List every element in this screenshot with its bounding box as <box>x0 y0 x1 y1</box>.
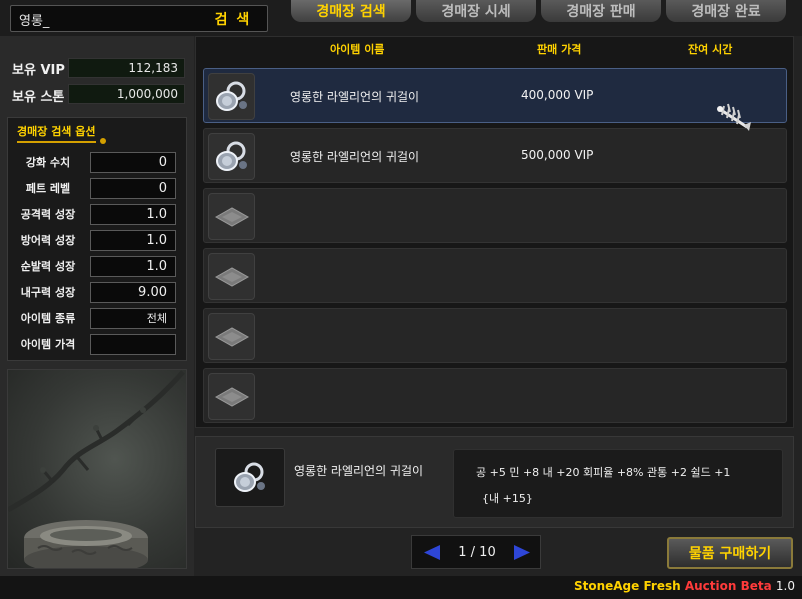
list-item[interactable] <box>203 248 787 303</box>
list-item[interactable] <box>203 368 787 423</box>
empty-slot-icon <box>214 206 249 227</box>
option-label: 아이템 종류 <box>20 312 76 325</box>
enhance-level-input[interactable]: 0 <box>90 152 176 173</box>
list-item[interactable] <box>203 188 787 243</box>
stone-altar-illustration <box>8 370 185 568</box>
detail-item-name: 영롱한 라엘리언의 귀걸이 <box>294 464 424 478</box>
item-price: 400,000 VIP <box>521 88 594 102</box>
option-pet-level: 페트 레벨 0 <box>8 178 188 199</box>
option-label: 강화 수치 <box>25 156 71 169</box>
defense-growth-input[interactable]: 1.0 <box>90 230 176 251</box>
earring-icon <box>234 462 265 492</box>
detail-bonus-line: {내 +15} <box>482 492 533 505</box>
item-type-select[interactable]: 전체 <box>90 308 176 329</box>
tab-auction-sell[interactable]: 경매장 판매 <box>541 0 661 22</box>
item-slot <box>208 193 255 240</box>
search-options-panel: 경매장 검색 옵션 강화 수치 0 페트 레벨 0 공격력 성장 1.0 방어력… <box>7 117 187 361</box>
item-name: 영롱한 라엘리언의 귀걸이 <box>290 150 420 164</box>
empty-slot-icon <box>214 266 249 287</box>
pagination: 1 / 10 <box>411 535 541 569</box>
item-slot <box>208 373 255 420</box>
option-label: 내구력 성장 <box>20 286 76 299</box>
decorative-art-panel <box>7 369 187 569</box>
list-item[interactable] <box>203 308 787 363</box>
item-price: 500,000 VIP <box>521 148 594 162</box>
detail-stats-line: 공 +5 민 +8 내 +20 회피율 +8% 관통 +2 쉴드 +1 <box>476 466 731 479</box>
option-label: 아이템 가격 <box>20 338 76 351</box>
search-button[interactable]: 검 색 <box>203 8 263 29</box>
version-label: StoneAge Fresh Auction Beta 1.0 <box>574 579 795 593</box>
buy-item-button[interactable]: 물품 구매하기 <box>667 537 793 569</box>
option-item-price: 아이템 가격 <box>8 334 188 355</box>
item-name: 영롱한 라엘리언의 귀걸이 <box>290 90 420 104</box>
option-durability-growth: 내구력 성장 9.00 <box>8 282 188 303</box>
vip-balance-label: 보유 VIP <box>12 63 65 78</box>
option-enhance-level: 강화 수치 0 <box>8 152 188 173</box>
durability-growth-input[interactable]: 9.00 <box>90 282 176 303</box>
vip-balance-value: 112,183 <box>68 58 185 78</box>
option-label: 순발력 성장 <box>20 260 76 273</box>
option-agility-growth: 순발력 성장 1.0 <box>8 256 188 277</box>
version-number: 1.0 <box>775 579 795 593</box>
empty-slot-icon <box>214 326 249 347</box>
footer-bar: StoneAge Fresh Auction Beta 1.0 <box>0 576 802 599</box>
fish-bone-cursor-icon <box>714 100 752 136</box>
tab-auction-market-price[interactable]: 경매장 시세 <box>416 0 536 22</box>
option-label: 공격력 성장 <box>20 208 76 221</box>
search-options-title: 경매장 검색 옵션 <box>17 123 96 143</box>
empty-slot-icon <box>214 386 249 407</box>
option-attack-growth: 공격력 성장 1.0 <box>8 204 188 225</box>
earring-icon <box>215 81 247 111</box>
search-input[interactable] <box>19 9 199 29</box>
stone-balance-label: 보유 스톤 <box>12 90 65 105</box>
option-defense-growth: 방어력 성장 1.0 <box>8 230 188 251</box>
tab-auction-complete[interactable]: 경매장 완료 <box>666 0 786 22</box>
game-name: StoneAge Fresh <box>573 579 681 593</box>
auction-label: Auction Beta <box>684 579 772 593</box>
search-box: 검 색 <box>10 5 268 32</box>
agility-growth-input[interactable]: 1.0 <box>90 256 176 277</box>
column-header-item-name: 아이템 이름 <box>330 43 385 56</box>
next-page-icon[interactable] <box>513 544 531 565</box>
attack-growth-input[interactable]: 1.0 <box>90 204 176 225</box>
pet-level-input[interactable]: 0 <box>90 178 176 199</box>
list-item[interactable]: 영롱한 라엘리언의 귀걸이 500,000 VIP <box>203 128 787 183</box>
option-item-type: 아이템 종류 전체 <box>8 308 188 329</box>
column-header-sale-price: 판매 가격 <box>537 43 582 56</box>
option-label: 페트 레벨 <box>25 182 71 195</box>
item-slot <box>208 133 255 180</box>
stone-balance-value: 1,000,000 <box>68 84 185 104</box>
tab-auction-search[interactable]: 경매장 검색 <box>291 0 411 22</box>
item-price-input[interactable] <box>90 334 176 355</box>
list-item[interactable]: 영롱한 라엘리언의 귀걸이 400,000 VIP <box>203 68 787 123</box>
detail-item-slot <box>215 448 285 507</box>
item-slot <box>208 73 255 120</box>
item-slot <box>208 313 255 360</box>
detail-stats-box: 공 +5 민 +8 내 +20 회피율 +8% 관통 +2 쉴드 +1 {내 +… <box>453 449 783 518</box>
option-label: 방어력 성장 <box>20 234 76 247</box>
item-slot <box>208 253 255 300</box>
title-underline-dot <box>100 138 106 144</box>
earring-icon <box>215 141 247 171</box>
column-header-remaining-time: 잔여 시간 <box>688 43 733 56</box>
